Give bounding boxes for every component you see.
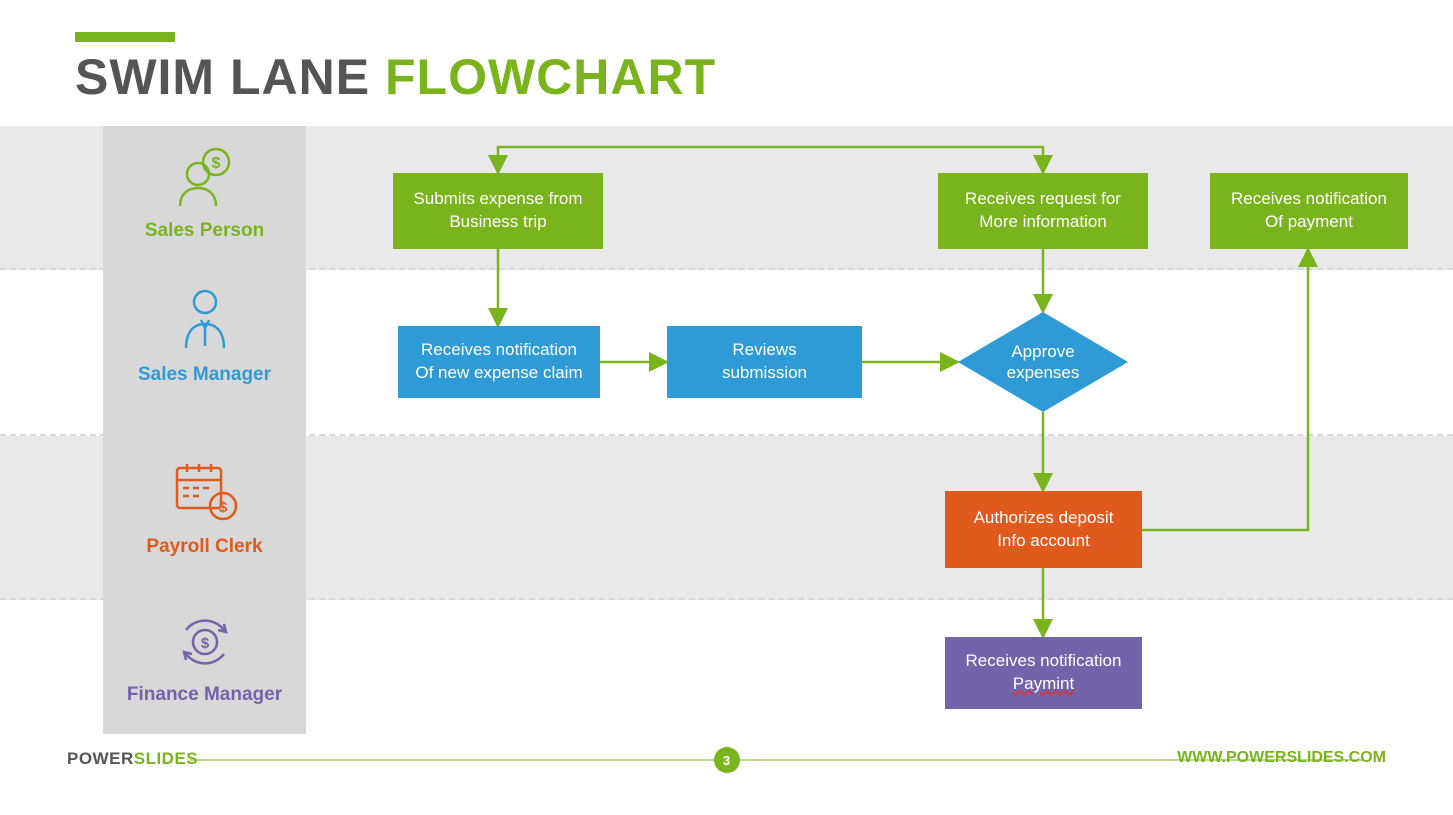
text-line: Of new expense claim	[415, 363, 582, 382]
page-number-badge: 3	[714, 747, 740, 773]
calendar-money-icon: $	[169, 456, 241, 526]
text-line: Authorizes deposit	[974, 508, 1114, 527]
title-part-2: FLOWCHART	[385, 49, 716, 105]
person-money-icon: $	[170, 144, 240, 210]
title-accent-bar	[75, 32, 175, 42]
svg-text:$: $	[218, 499, 227, 516]
text-line: Receives request for	[965, 189, 1121, 208]
box-authorize-deposit: Authorizes deposit Info account	[945, 491, 1142, 568]
text-line: Receives notification	[421, 340, 577, 359]
text-line: submission	[722, 363, 807, 382]
box-receive-request: Receives request for More information	[938, 173, 1148, 249]
role-label: Sales Person	[103, 220, 306, 242]
text-line: Business trip	[449, 212, 546, 231]
footer-url: WWW.POWERSLIDES.COM	[1177, 749, 1386, 767]
role-payroll-clerk: $ Payroll Clerk	[103, 456, 306, 558]
page-title: SWIM LANE FLOWCHART	[75, 48, 716, 106]
text-line: Info account	[997, 531, 1090, 550]
text-line: Receives notification	[966, 651, 1122, 670]
text-line: Receives notification	[1231, 189, 1387, 208]
slide-footer: POWERSLIDES 3 WWW.POWERSLIDES.COM	[0, 735, 1453, 815]
svg-text:$: $	[200, 635, 209, 652]
box-review-submission: Reviews submission	[667, 326, 862, 398]
brand-part-2: SLIDES	[134, 749, 198, 768]
slide: SWIM LANE FLOWCHART $ Sales Person	[0, 0, 1453, 815]
role-sales-person: $ Sales Person	[103, 144, 306, 242]
text-line: Submits expense from	[413, 189, 582, 208]
role-label: Sales Manager	[103, 364, 306, 386]
finance-cycle-icon: $	[170, 610, 240, 674]
text-line: Approve	[1011, 342, 1074, 361]
title-part-1: SWIM LANE	[75, 49, 385, 105]
box-receive-paymint: Receives notification Paymint	[945, 637, 1142, 709]
manager-icon	[174, 286, 236, 354]
box-submit-expense: Submits expense from Business trip	[393, 173, 603, 249]
text-line: Reviews	[732, 340, 796, 359]
role-finance-manager: $ Finance Manager	[103, 610, 306, 706]
brand-part-1: POWER	[67, 749, 134, 768]
text-line: expenses	[1007, 363, 1080, 382]
box-receive-new-claim: Receives notification Of new expense clai…	[398, 326, 600, 398]
role-sales-manager: Sales Manager	[103, 286, 306, 386]
role-label: Payroll Clerk	[103, 536, 306, 558]
box-receive-payment-notif: Receives notification Of payment	[1210, 173, 1408, 249]
text-line: Of payment	[1265, 212, 1353, 231]
text-line-misspelled: Paymint	[1013, 674, 1074, 693]
decision-approve-expenses: Approve expenses	[958, 312, 1128, 412]
brand-logo-text: POWERSLIDES	[67, 749, 198, 769]
text-line: More information	[979, 212, 1107, 231]
lane-header-column: $ Sales Person Sales Manager $ Payro	[103, 126, 306, 734]
role-label: Finance Manager	[103, 684, 306, 706]
svg-text:$: $	[211, 155, 220, 172]
